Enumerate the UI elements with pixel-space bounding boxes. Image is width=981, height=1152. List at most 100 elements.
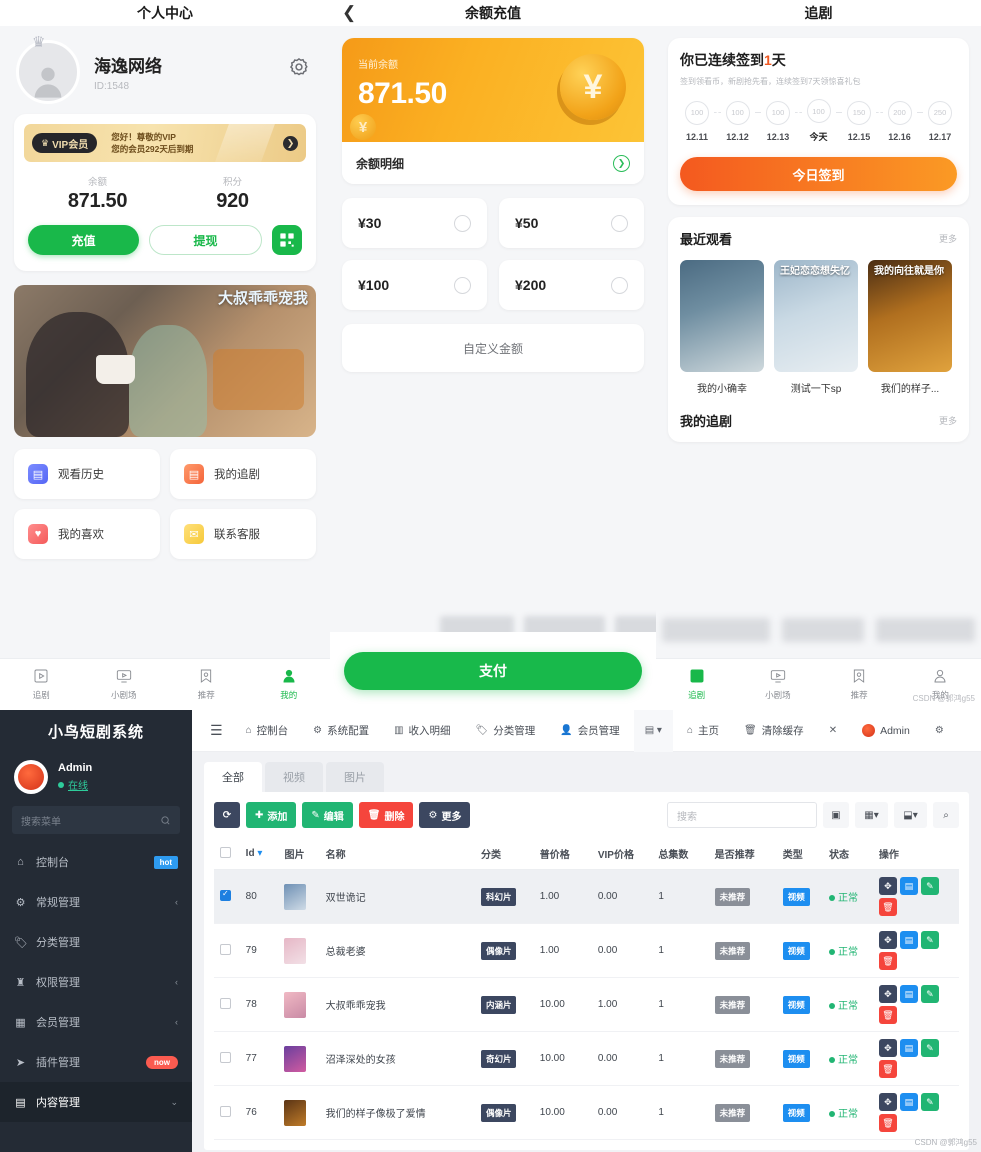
- hamburger-icon[interactable]: ☰: [198, 722, 235, 739]
- topnav-fullscreen[interactable]: ✕: [818, 710, 848, 752]
- withdraw-button[interactable]: 提现: [149, 225, 262, 255]
- tab-image[interactable]: 图片: [326, 762, 384, 792]
- delete-icon[interactable]: 🗑: [878, 1060, 897, 1078]
- menu-watch-history[interactable]: ▤ 观看历史: [14, 449, 160, 499]
- delete-icon[interactable]: 🗑: [878, 1114, 897, 1132]
- edit-icon[interactable]: ✎: [920, 985, 939, 1003]
- move-icon[interactable]: ✥: [878, 931, 897, 949]
- sidebar-item-general[interactable]: ⚙ 常规管理 ‹: [0, 882, 192, 922]
- amount-option-50[interactable]: ¥50: [499, 198, 644, 248]
- tab-mine[interactable]: 我的: [248, 668, 331, 701]
- select-all-checkbox[interactable]: [220, 846, 231, 858]
- episodes-icon[interactable]: ▤: [899, 1039, 918, 1057]
- my-follow-more[interactable]: 更多: [939, 414, 957, 427]
- edit-icon[interactable]: ✎: [920, 931, 939, 949]
- poster-item[interactable]: 王妃恋恋想失忆 测试一下sp: [774, 260, 858, 395]
- avatar[interactable]: [16, 40, 80, 104]
- delete-button[interactable]: 🗑 删除: [358, 802, 414, 828]
- vip-banner[interactable]: ♛ VIP会员 您好！尊敬的VIP 您的会员292天后到期 ❯: [24, 124, 306, 162]
- edit-icon[interactable]: ✎: [920, 1093, 939, 1111]
- more-button[interactable]: ⚙ 更多: [419, 802, 471, 828]
- sidebar-item-dashboard[interactable]: ⌂ 控制台 hot: [0, 842, 192, 882]
- balance-detail-row[interactable]: 余额明细 ❯: [342, 142, 644, 184]
- topnav-members[interactable]: 👤 会员管理: [549, 710, 630, 752]
- episodes-icon[interactable]: ▤: [899, 877, 918, 895]
- radio-icon[interactable]: [454, 276, 471, 294]
- table-row[interactable]: 78 大叔乖乖宠我 内涵片 10.00 1.00 1 未推荐 视频 正常 ✥ ▤…: [214, 977, 959, 1032]
- sidebar-item-category[interactable]: 🏷 分类管理: [0, 922, 192, 962]
- delete-icon[interactable]: 🗑: [878, 1006, 897, 1024]
- poster-item[interactable]: 我的小确幸: [680, 260, 764, 395]
- poster-item[interactable]: 我的向往就是你 我们的样子...: [868, 260, 952, 395]
- row-select[interactable]: [214, 977, 240, 1032]
- move-icon[interactable]: ✥: [878, 1093, 897, 1111]
- row-checkbox[interactable]: [220, 943, 231, 955]
- row-select[interactable]: [214, 1085, 240, 1140]
- episodes-icon[interactable]: ▤: [899, 1093, 918, 1111]
- tab-recommend[interactable]: 推荐: [165, 668, 248, 701]
- table-row[interactable]: 76 我们的样子像极了爱情 偶像片 10.00 0.00 1 未推荐 视频 正常: [214, 1085, 959, 1140]
- tab-follow[interactable]: 追剧: [0, 668, 83, 701]
- topnav-clear-cache[interactable]: 🗑 清除缓存: [733, 710, 815, 752]
- radio-icon[interactable]: [611, 276, 628, 294]
- radio-icon[interactable]: [611, 214, 628, 232]
- sidebar-search-input[interactable]: 搜索菜单: [12, 806, 180, 834]
- row-select[interactable]: [214, 869, 240, 924]
- tab-theater[interactable]: 小剧场: [83, 668, 166, 701]
- back-icon[interactable]: ❮: [342, 0, 356, 26]
- columns-dropdown-icon[interactable]: ▦▾: [855, 802, 888, 828]
- sidebar-item-content[interactable]: ▤ 内容管理 ⌄: [0, 1082, 192, 1122]
- recharge-button[interactable]: 充值: [28, 225, 139, 255]
- row-checkbox[interactable]: [220, 1051, 231, 1063]
- col-id[interactable]: Id ▾: [239, 838, 279, 870]
- table-row[interactable]: 77 沼泽深处的女孩 奇幻片 10.00 0.00 1 未推荐 视频 正常 ✥ …: [214, 1031, 959, 1086]
- move-icon[interactable]: ✥: [878, 985, 897, 1003]
- topnav-list-dropdown[interactable]: ▤ ▾: [633, 710, 673, 752]
- tab-video[interactable]: 视频: [265, 762, 323, 792]
- tab-theater[interactable]: 小剧场: [737, 668, 818, 701]
- move-icon[interactable]: ✥: [878, 877, 897, 895]
- topnav-admin-user[interactable]: Admin: [851, 710, 921, 752]
- gear-icon[interactable]: [288, 56, 310, 78]
- radio-icon[interactable]: [454, 214, 471, 232]
- tab-all[interactable]: 全部: [204, 762, 262, 792]
- topnav-dashboard[interactable]: ⌂ 控制台: [235, 710, 300, 752]
- topnav-settings[interactable]: ⚙: [924, 710, 955, 752]
- menu-my-likes[interactable]: ♥ 我的喜欢: [14, 509, 160, 559]
- delete-icon[interactable]: 🗑: [878, 898, 897, 916]
- table-row[interactable]: 80 双世诡记 科幻片 1.00 0.00 1 未推荐 视频 正常: [214, 869, 959, 924]
- admin-user-block[interactable]: Admin 在线: [0, 752, 192, 804]
- topnav-home[interactable]: ⌂ 主页: [676, 710, 730, 752]
- recent-watch-more[interactable]: 更多: [939, 232, 957, 245]
- avatar-wrap[interactable]: ♛: [16, 34, 80, 104]
- sidebar-item-plugins[interactable]: ➤ 插件管理 now: [0, 1042, 192, 1082]
- sidebar-item-members[interactable]: ▦ 会员管理 ‹: [0, 1002, 192, 1042]
- amount-option-30[interactable]: ¥30: [342, 198, 487, 248]
- tab-follow[interactable]: 追剧: [656, 668, 737, 701]
- qr-code-button[interactable]: [272, 225, 302, 255]
- move-icon[interactable]: ✥: [878, 1039, 897, 1057]
- row-select[interactable]: [214, 923, 240, 978]
- table-row[interactable]: 79 总裁老婆 偶像片 1.00 0.00 1 未推荐 视频 正常 ✥ ▤ ✎ …: [214, 923, 959, 978]
- custom-amount-input[interactable]: 自定义金额: [342, 324, 644, 372]
- fullscreen-table-icon[interactable]: ▣: [823, 802, 849, 828]
- topnav-system-config[interactable]: ⚙ 系统配置: [302, 710, 380, 752]
- edit-icon[interactable]: ✎: [920, 877, 939, 895]
- row-checkbox[interactable]: [220, 1105, 231, 1117]
- amount-option-200[interactable]: ¥200: [499, 260, 644, 310]
- delete-icon[interactable]: 🗑: [878, 952, 897, 970]
- tab-recommend[interactable]: 推荐: [819, 668, 900, 701]
- refresh-button[interactable]: ⟳: [214, 802, 240, 828]
- chevron-right-circle-icon[interactable]: ❯: [613, 154, 630, 172]
- edit-button[interactable]: ✎ 编辑: [302, 802, 353, 828]
- amount-option-100[interactable]: ¥100: [342, 260, 487, 310]
- row-checkbox[interactable]: [220, 997, 231, 1009]
- episodes-icon[interactable]: ▤: [899, 931, 918, 949]
- col-select[interactable]: [214, 838, 240, 870]
- row-checkbox[interactable]: [220, 889, 231, 901]
- sidebar-item-permission[interactable]: ♜ 权限管理 ‹: [0, 962, 192, 1002]
- signin-button[interactable]: 今日签到: [680, 157, 957, 191]
- search-icon[interactable]: ⌕: [933, 802, 959, 828]
- pay-button[interactable]: 支付: [344, 652, 642, 690]
- edit-icon[interactable]: ✎: [920, 1039, 939, 1057]
